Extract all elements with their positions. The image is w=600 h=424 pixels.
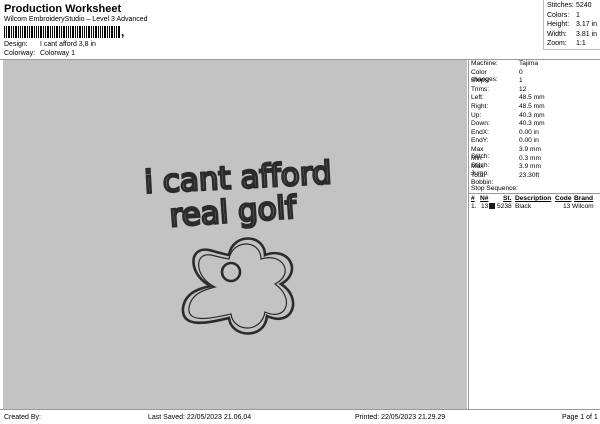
- design-preview: i cant afford real golf: [3, 60, 467, 409]
- stat-value: 1:1: [576, 40, 586, 47]
- color-swatch: [489, 203, 495, 209]
- stat-value: 3.17 in: [576, 21, 598, 28]
- footer: Created By: Last Saved: 22/05/2023 21.06…: [0, 409, 600, 424]
- info-value: 3.9 mm: [519, 146, 541, 153]
- info-value: 48.5 mm: [519, 94, 545, 102]
- stat-value: 3.81 in: [576, 30, 598, 38]
- colorway-value: Colorway 1: [40, 50, 76, 57]
- stat-value: 1: [576, 11, 580, 19]
- col-header-description: Description: [515, 195, 552, 202]
- info-label: Left:: [471, 94, 484, 102]
- worksheet-title: Production Worksheet: [4, 3, 122, 15]
- info-label: Down:: [471, 120, 490, 128]
- stat-label: Width:: [547, 30, 567, 38]
- info-label: Stops:: [471, 77, 490, 85]
- info-label: Trims:: [471, 85, 490, 93]
- info-value: 23.30ft: [519, 171, 540, 179]
- info-value: 0.00 in: [519, 128, 539, 136]
- info-value: 12: [519, 85, 527, 93]
- embroidery-artwork: i cant afford real golf: [142, 154, 334, 335]
- col-header-code: Code: [555, 195, 572, 202]
- stat-label: Stitches:: [547, 2, 574, 9]
- page-number: Page 1 of 1: [562, 414, 598, 421]
- row-stitches: 5238: [497, 203, 512, 210]
- info-value: 48.5 mm: [519, 103, 545, 110]
- info-value: 1: [519, 77, 523, 85]
- barcode-end-mark: ,: [121, 25, 125, 39]
- last-saved: Last Saved: 22/05/2023 21.06.04: [148, 414, 252, 421]
- printed-date: Printed: 22/05/2023 21.29.29: [355, 414, 446, 421]
- created-by: Created By:: [4, 414, 41, 421]
- stat-label: Colors:: [547, 11, 570, 19]
- row-brand: Wilcom: [572, 203, 594, 210]
- info-label: Up:: [471, 111, 482, 119]
- flower-inner-outline: [188, 243, 287, 329]
- barcode: [4, 26, 120, 38]
- info-label: Machine:: [471, 60, 498, 67]
- row-description: Black: [515, 203, 532, 210]
- info-value: 40.3 mm: [519, 120, 545, 128]
- info-value: 0.3 mm: [519, 154, 541, 162]
- design-value: I cant afford 3,8 in: [40, 41, 96, 48]
- row-needle: 13: [481, 203, 489, 210]
- info-label: EndX:: [471, 128, 489, 136]
- info-value: 3.9 mm: [519, 163, 541, 171]
- stat-label: Height:: [547, 21, 570, 28]
- design-text-line-2: real golf: [168, 190, 298, 235]
- info-value: Tajima: [519, 60, 539, 67]
- stat-label: Zoom:: [547, 40, 567, 47]
- colorway-label: Colorway:: [4, 50, 36, 57]
- info-label: EndY:: [471, 137, 489, 145]
- info-value: 0: [519, 68, 523, 76]
- stop-sequence-divider: [469, 193, 600, 194]
- stats-box: Stitches: 5240 Colors: 1 Height: 3.17 in Wi…: [543, 0, 600, 50]
- info-value: 0.00 in: [519, 137, 539, 145]
- design-label: Design:: [4, 41, 28, 48]
- machine-info-panel: Machine: Tajima Color changes: 0 Stops: 1 T…: [468, 60, 600, 409]
- production-worksheet: Production Worksheet Wilcom EmbroiderySt…: [0, 0, 600, 424]
- col-header-brand: Brand: [574, 195, 594, 202]
- col-header-index: #: [471, 195, 475, 202]
- info-value: 40.3 mm: [519, 111, 545, 119]
- info-label: Right:: [471, 103, 489, 110]
- software-name: Wilcom EmbroideryStudio – Level 3 Advanc…: [4, 16, 148, 23]
- stop-sequence-heading: Stop Sequence:: [471, 185, 518, 192]
- info-label: Total Bobbin:: [471, 171, 494, 186]
- stat-value: 5240: [576, 2, 592, 9]
- col-header-needle: N#: [480, 195, 489, 202]
- flower-center: [220, 261, 242, 283]
- col-header-stitches: St.: [503, 195, 512, 202]
- row-index: 1.: [471, 203, 477, 210]
- row-code: 13: [563, 203, 571, 210]
- flower-outline: [181, 237, 295, 335]
